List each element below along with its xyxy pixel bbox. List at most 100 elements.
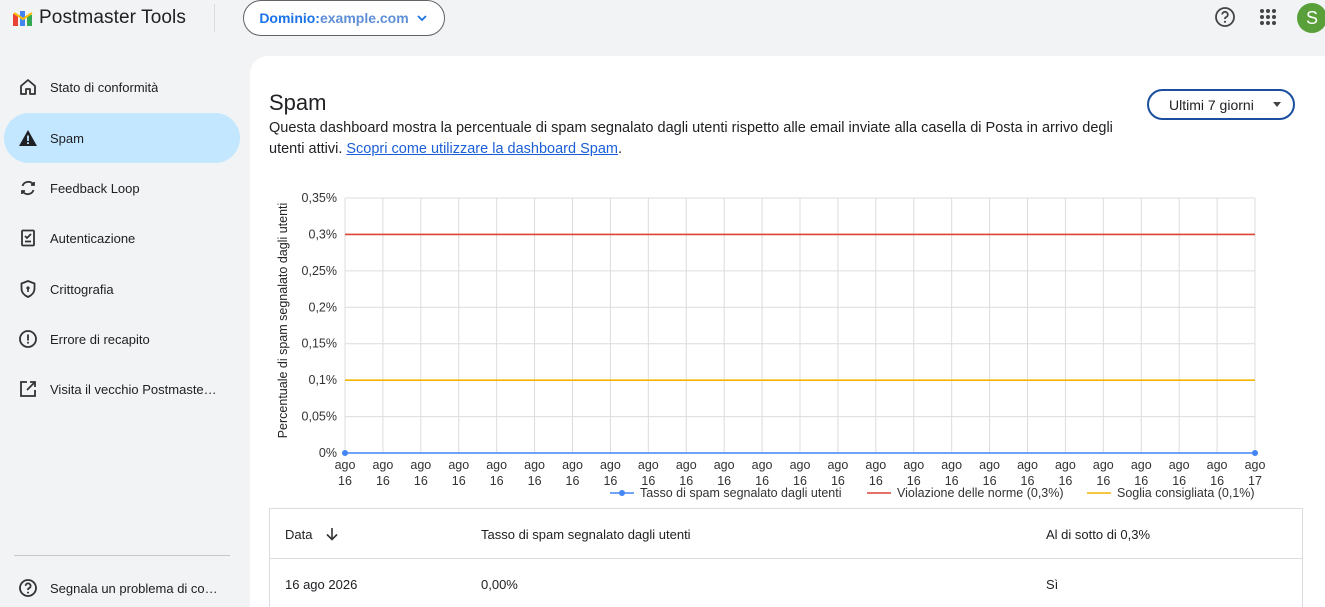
avatar[interactable]: S <box>1297 3 1325 33</box>
legend-label: Soglia consigliata (0,1%) <box>1117 486 1255 500</box>
sidebar-item-stato-conformita[interactable]: Stato di conformità <box>4 62 240 112</box>
learn-more-link[interactable]: Scopri come utilizzare la dashboard Spam <box>346 141 618 157</box>
domain-label: Dominio: <box>259 10 320 26</box>
legend-label: Violazione delle norme (0,3%) <box>897 486 1064 500</box>
x-tick-label: ago <box>335 458 356 472</box>
sidebar-item-label: Errore di recapito <box>50 331 150 347</box>
x-tick-label: 16 <box>414 474 428 488</box>
sidebar-item-autenticazione[interactable]: Autenticazione <box>4 213 240 263</box>
x-tick-label: ago <box>600 458 621 472</box>
chevron-down-icon <box>417 15 427 22</box>
domain-selector[interactable]: Dominio: example.com <box>243 0 445 36</box>
help-icon[interactable] <box>1214 6 1236 28</box>
x-tick-label: ago <box>979 458 1000 472</box>
sidebar-item-spam[interactable]: Spam <box>4 113 240 163</box>
data-point <box>342 450 348 456</box>
description-end: . <box>617 141 623 157</box>
sidebar-item-crittografia[interactable]: Crittografia <box>4 264 240 314</box>
open-in-new-icon <box>20 381 36 397</box>
y-axis-label: Percentuale di spam segnalato dagli uten… <box>276 203 290 439</box>
sidebar-item-vecchio-postmaster[interactable]: Visita il vecchio Postmaste… <box>4 364 240 414</box>
x-tick-label: ago <box>1169 458 1190 472</box>
column-header-tasso: Tasso di spam segnalato dagli utenti <box>481 526 691 542</box>
x-tick-label: ago <box>1245 458 1266 472</box>
header-divider <box>214 4 215 32</box>
period-dropdown-label: Ultimi 7 giorni <box>1169 96 1254 113</box>
legend-label: Tasso di spam segnalato dagli utenti <box>640 486 842 500</box>
arrow-down-icon[interactable] <box>324 526 340 542</box>
x-tick-label: 16 <box>528 474 542 488</box>
x-tick-label: ago <box>372 458 393 472</box>
postmaster-logo-icon <box>13 11 33 26</box>
x-tick-label: ago <box>1017 458 1038 472</box>
apps-grid-icon[interactable] <box>1257 6 1279 28</box>
x-tick-label: ago <box>1093 458 1114 472</box>
x-tick-label: ago <box>1131 458 1152 472</box>
sidebar-item-label: Visita il vecchio Postmaste… <box>50 381 217 397</box>
home-icon <box>20 79 36 95</box>
y-tick-label: 0,3% <box>309 227 338 241</box>
page-description: Questa dashboard mostra la percentuale d… <box>269 118 1139 160</box>
warning-icon <box>19 130 37 146</box>
sidebar-item-label: Feedback Loop <box>50 180 140 196</box>
x-tick-label: 16 <box>376 474 390 488</box>
x-tick-label: 16 <box>566 474 580 488</box>
x-tick-label: ago <box>676 458 697 472</box>
checklist-icon <box>21 229 35 247</box>
table-header-row: Data Tasso di spam segnalato dagli utent… <box>270 509 1302 559</box>
y-tick-label: 0,15% <box>302 337 337 351</box>
sidebar-item-label: Autenticazione <box>50 230 136 246</box>
legend-marker <box>619 490 625 496</box>
sidebar: Stato di conformità Spam Feedback Loop A… <box>0 56 248 607</box>
x-tick-label: ago <box>562 458 583 472</box>
table-row: 16 ago 2026 0,00% Sì <box>270 559 1302 607</box>
x-tick-label: ago <box>752 458 773 472</box>
x-tick-label: 16 <box>1096 474 1110 488</box>
x-tick-label: ago <box>790 458 811 472</box>
x-tick-label: 16 <box>603 474 617 488</box>
sync-icon <box>21 180 35 196</box>
y-tick-label: 0,1% <box>309 373 338 387</box>
sidebar-item-feedback-loop[interactable]: Feedback Loop <box>4 163 240 213</box>
sidebar-item-label: Crittografia <box>50 281 114 297</box>
help-icon <box>19 579 37 597</box>
x-tick-label: ago <box>827 458 848 472</box>
x-tick-label: ago <box>903 458 924 472</box>
y-tick-label: 0,05% <box>302 410 337 424</box>
x-tick-label: ago <box>448 458 469 472</box>
cell-date: 16 ago 2026 <box>285 576 358 592</box>
error-icon <box>19 330 37 348</box>
column-header-label: Data <box>285 526 313 542</box>
x-tick-label: ago <box>410 458 431 472</box>
shield-icon <box>20 280 36 298</box>
x-tick-label: ago <box>941 458 962 472</box>
spam-table: Data Tasso di spam segnalato dagli utent… <box>269 508 1303 607</box>
cell-below-threshold: Sì <box>1046 576 1059 592</box>
x-tick-label: 16 <box>869 474 883 488</box>
cell-rate: 0,00% <box>481 576 518 592</box>
sidebar-item-label: Stato di conformità <box>50 79 159 95</box>
x-tick-label: ago <box>1055 458 1076 472</box>
x-tick-label: 16 <box>338 474 352 488</box>
x-tick-label: ago <box>1207 458 1228 472</box>
y-tick-label: 0,2% <box>309 300 338 314</box>
sidebar-item-segnala-problema[interactable]: Segnala un problema di co… <box>4 563 240 607</box>
column-header-data[interactable]: Data <box>285 509 340 559</box>
x-tick-label: ago <box>865 458 886 472</box>
top-bar: Postmaster Tools Dominio: example.com S <box>0 0 1325 56</box>
x-tick-label: ago <box>714 458 735 472</box>
caret-down-icon <box>1273 102 1281 107</box>
spam-chart: 0%0,05%0,1%0,15%0,2%0,25%0,3%0,35%ago16a… <box>276 191 1266 500</box>
column-header-sotto-soglia: Al di sotto di 0,3% <box>1046 526 1151 542</box>
data-point <box>1252 450 1258 456</box>
x-tick-label: ago <box>486 458 507 472</box>
x-tick-label: 16 <box>490 474 504 488</box>
x-tick-label: 16 <box>452 474 466 488</box>
sidebar-item-label: Spam <box>50 130 84 146</box>
period-dropdown[interactable]: Ultimi 7 giorni <box>1147 89 1295 120</box>
sidebar-item-errore-recapito[interactable]: Errore di recapito <box>4 314 240 364</box>
page-title: Spam <box>269 90 327 115</box>
app-title: Postmaster Tools <box>39 7 186 28</box>
sidebar-divider <box>14 555 230 556</box>
y-tick-label: 0,25% <box>302 264 337 278</box>
